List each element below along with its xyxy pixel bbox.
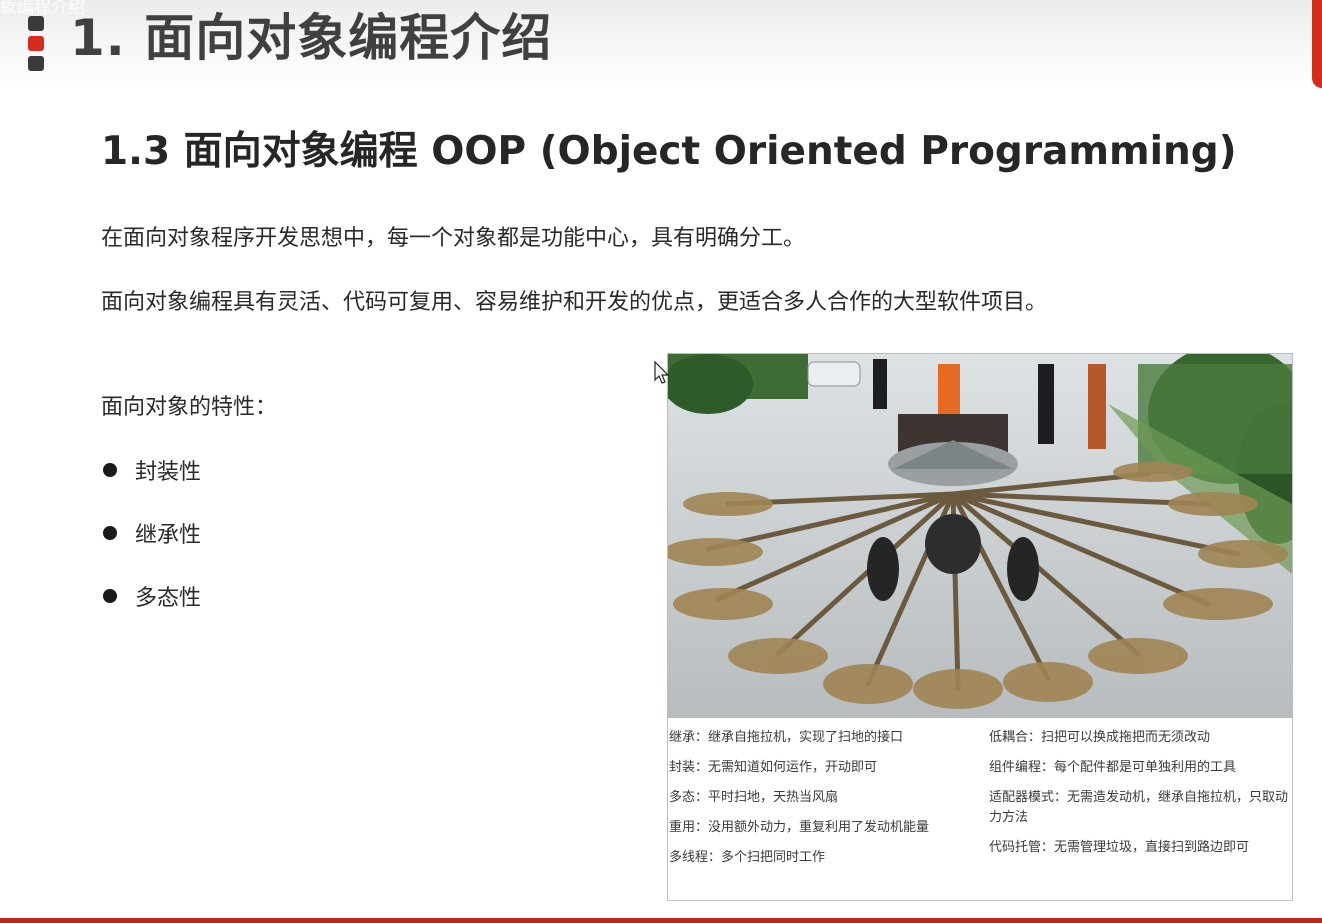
caption: 组件编程：每个配件都是可单独利用的工具	[989, 760, 1237, 775]
list-item: 继承性	[101, 518, 201, 548]
feature-label: 多态性	[135, 586, 202, 611]
broom-tractor-photo	[668, 354, 1292, 718]
feature-list: 封装性 继承性 多态性	[101, 455, 201, 644]
caption: 重用：没用额外动力，重复利用了发动机能量	[669, 820, 930, 835]
caption: 多线程：多个扫把同时工作	[669, 850, 826, 865]
captions-left: 继承：继承自拖拉机，实现了扫地的接口 封装：无需知道如何运作，开动即可 多态：平…	[669, 728, 969, 878]
menu-bars-icon	[28, 16, 44, 76]
bullet-icon	[103, 526, 117, 540]
caption: 代码托管：无需管理垃圾，直接扫到路边即可	[989, 840, 1250, 855]
bullet-icon	[103, 463, 117, 477]
corner-accent	[1312, 0, 1322, 88]
bullet-icon	[103, 589, 117, 603]
slide-header: 象编程介绍 1. 面向对象编程介绍	[0, 0, 1322, 88]
section-title: 1.3 面向对象编程 OOP (Object Oriented Programm…	[101, 129, 1237, 174]
caption: 继承：继承自拖拉机，实现了扫地的接口	[669, 730, 904, 745]
paragraph-1: 在面向对象程序开发思想中，每一个对象都是功能中心，具有明确分工。	[101, 226, 806, 251]
list-item: 封装性	[101, 455, 201, 485]
cursor-arrow-icon	[654, 360, 670, 389]
captions-right: 低耦合：扫把可以换成拖把而无须改动 组件编程：每个配件都是可单独利用的工具 适配…	[989, 728, 1294, 868]
caption: 适配器模式：无需造发动机，继承自拖拉机，只取动力方法	[989, 790, 1289, 825]
page-title: 1. 面向对象编程介绍	[70, 9, 553, 67]
bottom-accent-bar	[0, 918, 1322, 923]
caption: 封装：无需知道如何运作，开动即可	[669, 760, 878, 775]
paragraph-2: 面向对象编程具有灵活、代码可复用、容易维护和开发的优点，更适合多人合作的大型软件…	[101, 290, 1048, 315]
features-heading: 面向对象的特性：	[101, 395, 278, 420]
caption: 多态：平时扫地，天热当风扇	[669, 790, 839, 805]
illustration-figure: 继承：继承自拖拉机，实现了扫地的接口 封装：无需知道如何运作，开动即可 多态：平…	[667, 353, 1293, 901]
caption: 低耦合：扫把可以换成拖把而无须改动	[989, 730, 1211, 745]
feature-label: 继承性	[135, 523, 202, 548]
list-item: 多态性	[101, 581, 201, 611]
feature-label: 封装性	[135, 460, 202, 485]
